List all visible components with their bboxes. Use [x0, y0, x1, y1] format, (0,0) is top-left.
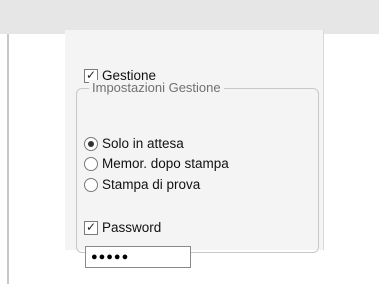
radio-selected-dot-icon — [88, 140, 94, 147]
window-title-bar — [0, 0, 379, 34]
checkmark-icon: ✓ — [85, 219, 97, 234]
password-checkbox-label: Password — [102, 220, 162, 235]
group-title: Impostazioni Gestione — [89, 80, 224, 95]
checkmark-icon: ✓ — [85, 67, 97, 82]
radio-solo-in-attesa[interactable]: Solo in attesa — [84, 136, 184, 151]
radio-button[interactable] — [84, 156, 98, 171]
password-checkbox[interactable]: ✓ Password — [84, 220, 161, 235]
radio-button[interactable] — [84, 177, 98, 192]
radio-label: Stampa di prova — [102, 177, 201, 192]
radio-label: Memor. dopo stampa — [102, 156, 229, 171]
radio-button[interactable] — [84, 136, 98, 151]
password-checkbox-box[interactable]: ✓ — [84, 219, 98, 235]
radio-label: Solo in attesa — [102, 136, 184, 151]
password-input[interactable]: ●●●●● — [85, 246, 191, 268]
radio-memor-dopo-stampa[interactable]: Memor. dopo stampa — [84, 156, 229, 171]
radio-stampa-di-prova[interactable]: Stampa di prova — [84, 177, 200, 192]
